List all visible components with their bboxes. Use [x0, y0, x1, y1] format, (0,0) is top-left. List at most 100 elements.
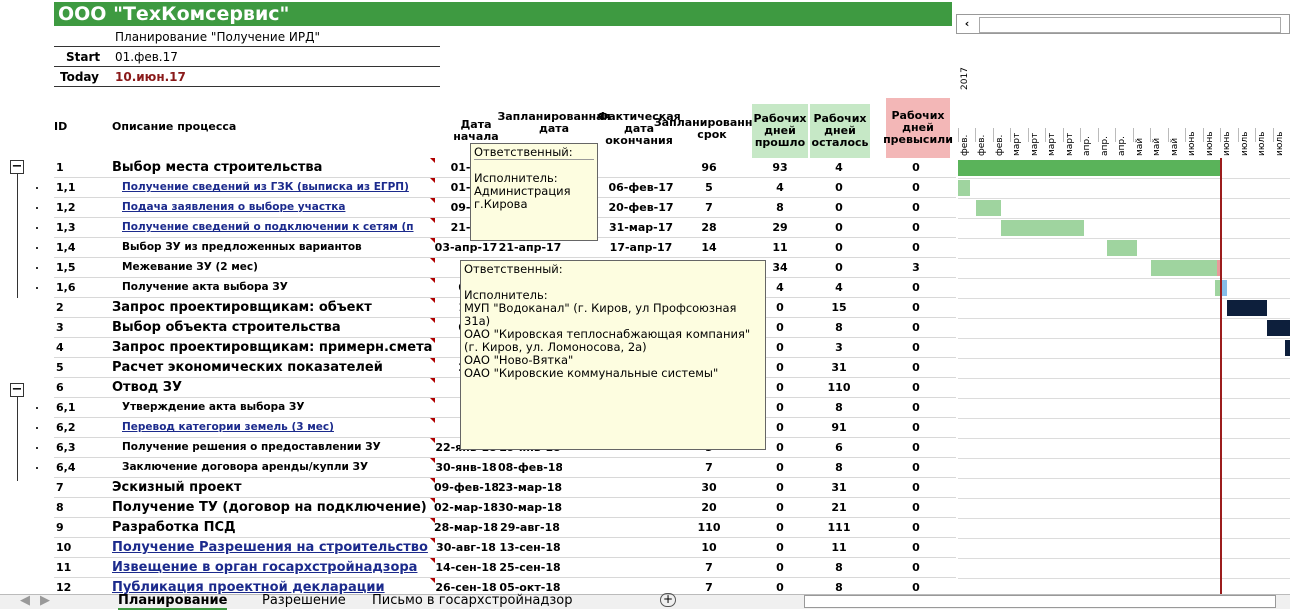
cell-left[interactable]: 111 — [810, 518, 868, 537]
cell-plan[interactable]: 08-фев-18 — [498, 458, 562, 477]
cell-id[interactable]: 6,3 — [54, 438, 112, 457]
cell-id[interactable]: 4 — [54, 338, 112, 357]
comment-indicator-icon[interactable] — [430, 518, 435, 523]
tab-scroll-left-icon[interactable]: ◀ — [20, 593, 30, 608]
cell-passed[interactable]: 29 — [752, 218, 808, 237]
cell-id[interactable]: 1,4 — [54, 238, 112, 257]
table-row[interactable]: 7 Эскизный проект 09-фев-18 23-мар-18 30 0 31 0 — [54, 478, 956, 498]
cell-desc[interactable]: Получение акта выбора ЗУ — [112, 278, 444, 297]
cell-passed[interactable]: 4 — [752, 178, 808, 197]
cell-id[interactable]: 1,3 — [54, 218, 112, 237]
comment-indicator-icon[interactable] — [430, 158, 435, 163]
cell-passed[interactable]: 0 — [752, 558, 808, 577]
tab-planning[interactable]: Планирование — [118, 593, 228, 610]
cell-over[interactable]: 0 — [886, 178, 946, 197]
cell-desc[interactable]: Перевод категории земель (3 мес) — [112, 418, 444, 437]
comment-indicator-icon[interactable] — [430, 178, 435, 183]
comment-indicator-icon[interactable] — [430, 278, 435, 283]
tab-letter[interactable]: Письмо в госархстройнадзор — [372, 593, 573, 608]
cell-left[interactable]: 91 — [810, 418, 868, 437]
cell-left[interactable]: 8 — [810, 458, 868, 477]
cell-desc[interactable]: Разработка ПСД — [112, 518, 434, 537]
cell-desc[interactable]: Получение сведений о подключении к сетям… — [112, 218, 444, 237]
gantt-bar[interactable] — [1150, 260, 1217, 276]
cell-left[interactable]: 8 — [810, 318, 868, 337]
cell-id[interactable]: 6 — [54, 378, 112, 397]
cell-over[interactable]: 0 — [886, 438, 946, 457]
cell-desc[interactable]: Получение решения о предоставлении ЗУ — [112, 438, 444, 457]
comment-indicator-icon[interactable] — [430, 498, 435, 503]
scroll-thumb[interactable] — [979, 17, 1281, 33]
cell-term[interactable]: 28 — [682, 218, 736, 237]
table-row[interactable]: 6,4 Заключение договора аренды/купли ЗУ 30… — [54, 458, 956, 478]
cell-id[interactable]: 2 — [54, 298, 112, 317]
cell-term[interactable]: 14 — [682, 238, 736, 257]
cell-over[interactable]: 0 — [886, 158, 946, 177]
cell-term[interactable]: 10 — [682, 538, 736, 557]
cell-id[interactable]: 10 — [54, 538, 112, 557]
comment-indicator-icon[interactable] — [430, 258, 435, 263]
cell-plan[interactable]: 30-мар-18 — [498, 498, 562, 517]
cell-plan[interactable]: 25-сен-18 — [498, 558, 562, 577]
cell-id[interactable]: 1 — [54, 158, 112, 177]
collapse-group-1-icon[interactable]: − — [10, 160, 24, 174]
cell-desc[interactable]: Межевание ЗУ (2 мес) — [112, 258, 444, 277]
gantt-bar[interactable] — [958, 180, 970, 196]
collapse-group-6-icon[interactable]: − — [10, 383, 24, 397]
cell-plan[interactable]: 13-сен-18 — [498, 538, 562, 557]
cell-term[interactable]: 30 — [682, 478, 736, 497]
cell-fact[interactable]: 06-фев-17 — [604, 178, 678, 197]
cell-desc[interactable]: Отвод ЗУ — [112, 378, 434, 397]
comment-indicator-icon[interactable] — [430, 418, 435, 423]
cell-term[interactable]: 7 — [682, 458, 736, 477]
comment-indicator-icon[interactable] — [430, 298, 435, 303]
cell-left[interactable]: 0 — [810, 258, 868, 277]
cell-id[interactable]: 6,1 — [54, 398, 112, 417]
cell-desc[interactable]: Утверждение акта выбора ЗУ — [112, 398, 444, 417]
cell-term[interactable]: 7 — [682, 198, 736, 217]
cell-left[interactable]: 0 — [810, 238, 868, 257]
cell-left[interactable]: 4 — [810, 278, 868, 297]
cell-term[interactable]: 5 — [682, 178, 736, 197]
cell-over[interactable]: 0 — [886, 518, 946, 537]
cell-id[interactable]: 1,5 — [54, 258, 112, 277]
add-sheet-icon[interactable]: + — [660, 593, 676, 607]
start-value[interactable]: 01.фев.17 — [115, 50, 178, 64]
cell-over[interactable]: 0 — [886, 378, 946, 397]
cell-id[interactable]: 3 — [54, 318, 112, 337]
cell-passed[interactable]: 0 — [752, 458, 808, 477]
gantt-bar[interactable] — [976, 200, 1002, 216]
cell-start[interactable]: 14-сен-18 — [434, 558, 498, 577]
cell-start[interactable]: 28-мар-18 — [434, 518, 498, 537]
cell-over[interactable]: 0 — [886, 498, 946, 517]
cell-left[interactable]: 8 — [810, 558, 868, 577]
comment-indicator-icon[interactable] — [430, 538, 435, 543]
cell-term[interactable]: 96 — [682, 158, 736, 177]
cell-id[interactable]: 9 — [54, 518, 112, 537]
cell-passed[interactable]: 0 — [752, 518, 808, 537]
cell-fact[interactable]: 31-мар-17 — [604, 218, 678, 237]
cell-desc[interactable]: Получение ТУ (договор на подключение) — [112, 498, 434, 517]
cell-start[interactable]: 30-янв-18 — [434, 458, 498, 477]
cell-over[interactable]: 3 — [886, 258, 946, 277]
gantt-bar[interactable] — [1285, 340, 1290, 356]
cell-desc[interactable]: Расчет экономических показателей — [112, 358, 434, 377]
cell-term[interactable]: 110 — [682, 518, 736, 537]
cell-passed[interactable]: 0 — [752, 538, 808, 557]
cell-left[interactable]: 4 — [810, 158, 868, 177]
comment-indicator-icon[interactable] — [430, 358, 435, 363]
cell-left[interactable]: 6 — [810, 438, 868, 457]
comment-indicator-icon[interactable] — [430, 218, 435, 223]
cell-id[interactable]: 6,4 — [54, 458, 112, 477]
comment-indicator-icon[interactable] — [430, 318, 435, 323]
cell-left[interactable]: 110 — [810, 378, 868, 397]
comment-indicator-icon[interactable] — [430, 578, 435, 583]
cell-left[interactable]: 3 — [810, 338, 868, 357]
comment-indicator-icon[interactable] — [430, 198, 435, 203]
cell-id[interactable]: 5 — [54, 358, 112, 377]
cell-left[interactable]: 11 — [810, 538, 868, 557]
cell-fact[interactable] — [604, 518, 678, 537]
cell-desc[interactable]: Выбор ЗУ из предложенных вариантов — [112, 238, 444, 257]
cell-fact[interactable] — [604, 538, 678, 557]
table-row[interactable]: 9 Разработка ПСД 28-мар-18 29-авг-18 110 0 111… — [54, 518, 956, 538]
